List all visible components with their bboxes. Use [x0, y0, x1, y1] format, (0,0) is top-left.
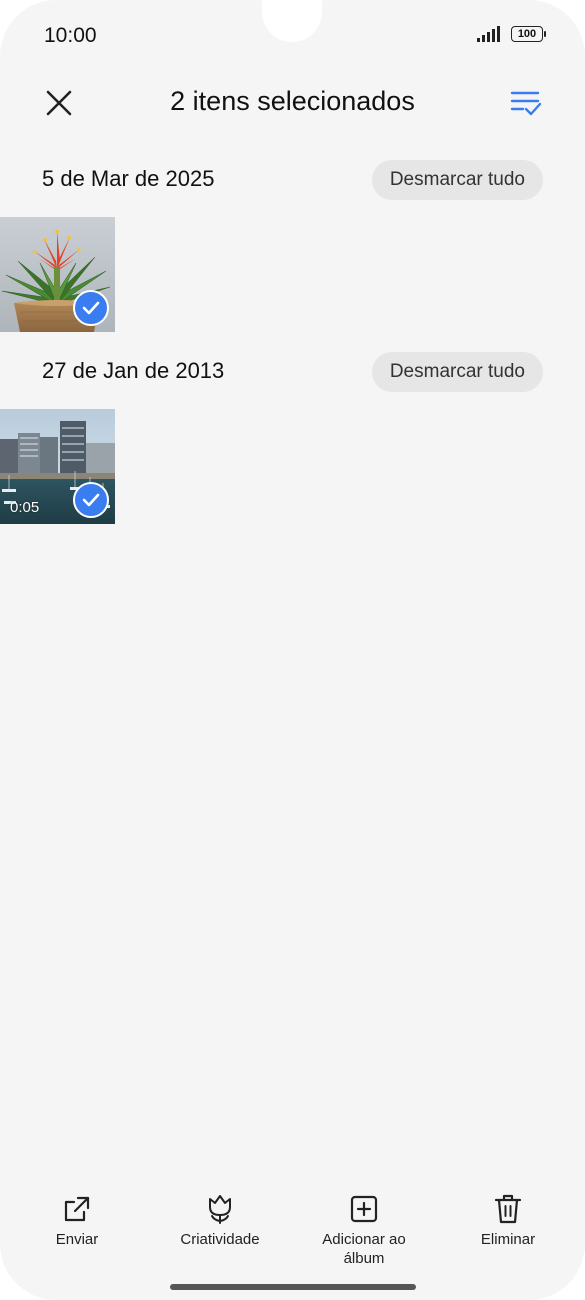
selection-header: 2 itens selecionados: [0, 78, 585, 126]
date-group-header: 5 de Mar de 2025 Desmarcar tudo: [0, 160, 585, 200]
battery-level: 100: [517, 27, 537, 40]
home-indicator[interactable]: [170, 1284, 416, 1290]
page-title: 2 itens selecionados: [170, 86, 415, 116]
status-indicators: 100: [477, 26, 546, 42]
select-all-list-icon: [510, 91, 542, 116]
group-date: 27 de Jan de 2013: [42, 358, 225, 383]
video-thumbnail[interactable]: 0:05: [0, 409, 115, 524]
deselect-all-button[interactable]: Desmarcar tudo: [371, 160, 543, 200]
phone-screen: 10:00 100 2 itens selecionados 5 de Mar …: [0, 0, 585, 1300]
battery-icon: 100: [511, 26, 546, 42]
photo-thumbnail[interactable]: [0, 217, 115, 332]
bottom-action-bar: Enviar Criatividade Adicionar ao álbum E…: [0, 1192, 585, 1272]
status-bar: 10:00 100: [0, 0, 585, 74]
group-date: 5 de Mar de 2025: [42, 166, 215, 191]
trash-icon: [491, 1192, 525, 1226]
checkmark-icon: [82, 493, 100, 507]
add-to-album-button[interactable]: Adicionar ao álbum: [299, 1192, 429, 1268]
status-time: 10:00: [44, 24, 97, 47]
share-button[interactable]: Enviar: [12, 1192, 142, 1249]
signal-bars-icon: [477, 26, 500, 42]
share-icon: [60, 1192, 94, 1226]
selected-check-badge[interactable]: [73, 482, 109, 518]
delete-label: Eliminar: [480, 1231, 536, 1248]
add-to-album-icon: [347, 1192, 381, 1226]
selected-check-badge[interactable]: [73, 290, 109, 326]
add-to-album-label: Adicionar ao álbum: [322, 1231, 406, 1267]
share-label: Enviar: [55, 1231, 99, 1248]
delete-button[interactable]: Eliminar: [443, 1192, 573, 1249]
select-all-button[interactable]: [505, 82, 547, 124]
deselect-all-button[interactable]: Desmarcar tudo: [371, 352, 543, 392]
creativity-label: Criatividade: [180, 1231, 260, 1248]
date-group-header: 27 de Jan de 2013 Desmarcar tudo: [0, 352, 585, 392]
video-duration: 0:05: [10, 499, 40, 516]
checkmark-icon: [82, 301, 100, 315]
creativity-button[interactable]: Criatividade: [155, 1192, 285, 1249]
tulip-icon: [203, 1192, 237, 1226]
